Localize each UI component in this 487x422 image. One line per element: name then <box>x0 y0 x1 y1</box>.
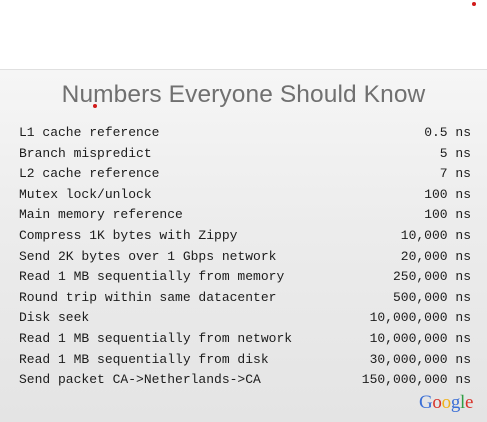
list-item: Round trip within same datacenter 500,00… <box>19 288 471 309</box>
latency-list: L1 cache reference 0.5 ns Branch mispred… <box>19 123 471 391</box>
list-item: Read 1 MB sequentially from disk 30,000,… <box>19 350 471 371</box>
slide: Numbers Everyone Should Know L1 cache re… <box>0 69 487 422</box>
operation-label: Disk seek <box>19 310 90 326</box>
operation-label: Read 1 MB sequentially from network <box>19 330 293 346</box>
screen: Numbers Everyone Should Know L1 cache re… <box>0 0 487 422</box>
operation-label: Main memory reference <box>19 207 183 223</box>
latency-value: 10,000,000 ns <box>369 330 471 346</box>
latency-value: 250,000 ns <box>392 269 471 285</box>
logo-letter: G <box>419 392 433 413</box>
operation-label: L2 cache reference <box>19 166 160 182</box>
list-item: L2 cache reference 7 ns <box>19 164 471 185</box>
operation-label: Read 1 MB sequentially from disk <box>19 351 269 367</box>
list-item: Branch mispredict 5 ns <box>19 144 471 165</box>
slide-title: Numbers Everyone Should Know <box>61 81 426 108</box>
list-item: Send packet CA->Netherlands->CA 150,000,… <box>19 370 471 391</box>
operation-label: Send 2K bytes over 1 Gbps network <box>19 248 277 264</box>
latency-value: 100 ns <box>424 186 471 202</box>
logo-letter: e <box>465 392 474 413</box>
list-item: Read 1 MB sequentially from memory 250,0… <box>19 267 471 288</box>
logo-letter: o <box>441 392 452 413</box>
operation-label: Read 1 MB sequentially from memory <box>19 269 285 285</box>
list-item: L1 cache reference 0.5 ns <box>19 123 471 144</box>
latency-value: 30,000,000 ns <box>369 351 471 367</box>
latency-value: 5 ns <box>439 145 471 161</box>
red-dot-marker <box>93 104 97 108</box>
latency-value: 20,000 ns <box>400 248 471 264</box>
latency-value: 10,000 ns <box>400 227 471 243</box>
latency-value: 100 ns <box>424 207 471 223</box>
list-item: Disk seek 10,000,000 ns <box>19 308 471 329</box>
list-item: Read 1 MB sequentially from network 10,0… <box>19 329 471 350</box>
operation-label: Compress 1K bytes with Zippy <box>19 227 238 243</box>
latency-value: 150,000,000 ns <box>361 372 471 388</box>
list-item: Main memory reference 100 ns <box>19 205 471 226</box>
logo-letter: g <box>450 392 461 413</box>
latency-value: 0.5 ns <box>424 125 471 140</box>
operation-label: L1 cache reference <box>19 125 160 140</box>
latency-value: 7 ns <box>439 166 471 182</box>
latency-value: 500,000 ns <box>392 289 471 305</box>
operation-label: Branch mispredict <box>19 145 152 161</box>
operation-label: Mutex lock/unlock <box>19 186 152 202</box>
list-item: Mutex lock/unlock 100 ns <box>19 185 471 206</box>
google-logo: Google <box>419 393 473 412</box>
list-item: Send 2K bytes over 1 Gbps network 20,000… <box>19 247 471 268</box>
operation-label: Send packet CA->Netherlands->CA <box>19 372 261 388</box>
latency-value: 10,000,000 ns <box>369 310 471 326</box>
logo-letter: o <box>432 392 442 413</box>
list-item: Compress 1K bytes with Zippy 10,000 ns <box>19 226 471 247</box>
operation-label: Round trip within same datacenter <box>19 289 277 305</box>
red-dot-marker <box>472 2 476 6</box>
